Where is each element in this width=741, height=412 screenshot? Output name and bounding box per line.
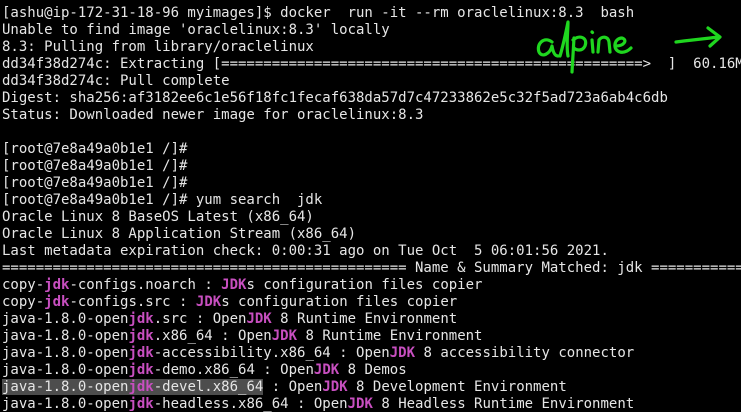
terminal-line: [root@7e8a49a0b1e1 /]# yum search jdk — [2, 192, 323, 208]
terminal-line: copy-jdk-configs.noarch : JDKs configura… — [2, 277, 483, 293]
terminal-line: copy-jdk-configs.src : JDKs configuratio… — [2, 294, 458, 310]
terminal-line: java-1.8.0-openjdk-accessibility.x86_64 … — [2, 345, 635, 361]
arrow-right-icon — [674, 26, 722, 48]
terminal-line: [root@7e8a49a0b1e1 /]# — [2, 175, 188, 191]
terminal-window[interactable]: [ashu@ip-172-31-18-96 myimages]$ docker … — [0, 0, 741, 412]
terminal-line: ========================================… — [2, 260, 741, 276]
terminal-line: java-1.8.0-openjdk-devel.x86_64 : OpenJD… — [2, 379, 567, 395]
terminal-line: Last metadata expiration check: 0:00:31 … — [2, 243, 609, 259]
terminal-line: Oracle Linux 8 BaseOS Latest (x86_64) — [2, 209, 314, 225]
terminal-line: java-1.8.0-openjdk.src : OpenJDK 8 Runti… — [2, 311, 458, 327]
terminal-line: java-1.8.0-openjdk.x86_64 : OpenJDK 8 Ru… — [2, 328, 483, 344]
terminal-line: Digest: sha256:af3182ee6c1e56f18fc1fecaf… — [2, 90, 668, 106]
terminal-line: [root@7e8a49a0b1e1 /]# — [2, 158, 188, 174]
terminal-line: java-1.8.0-openjdk-demo.x86_64 : OpenJDK… — [2, 362, 407, 378]
terminal-line: Status: Downloaded newer image for oracl… — [2, 107, 424, 123]
terminal-line: java-1.8.0-openjdk-headless.x86_64 : Ope… — [2, 396, 635, 412]
terminal-line: [root@7e8a49a0b1e1 /]# — [2, 141, 188, 157]
terminal-line: Oracle Linux 8 Application Stream (x86_6… — [2, 226, 357, 242]
alpine-handwritten-annotation — [536, 20, 722, 74]
